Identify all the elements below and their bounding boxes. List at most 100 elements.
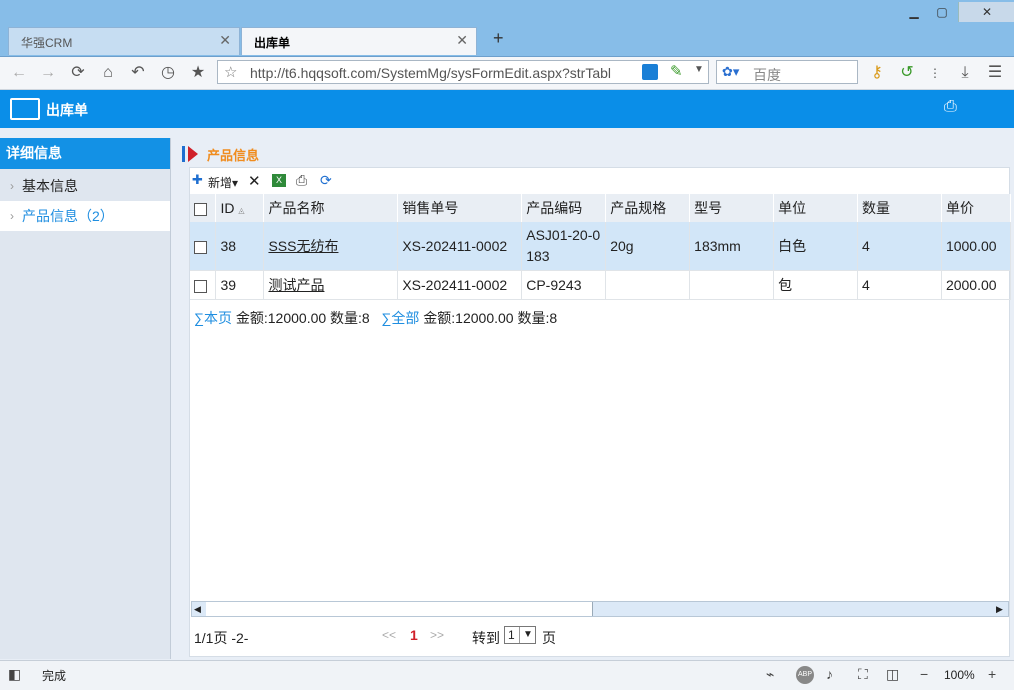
status-bar: ◧ 完成 ⌁ ABP ♪ ⛶ ◫ − 100% + (0, 660, 1014, 690)
compat-mode-icon[interactable] (642, 64, 658, 80)
row-checkbox[interactable] (194, 279, 207, 293)
product-link[interactable]: 测试产品 (268, 277, 324, 293)
refresh-icon[interactable]: ⟳ (67, 62, 89, 84)
column-header-quantity[interactable]: 数量 (857, 194, 942, 222)
column-header-unit-price[interactable]: 单价 (941, 194, 1012, 222)
select-all-cell (190, 194, 217, 222)
table-header-row: ID ◬ 产品名称 销售单号 产品编码 产品规格 型号 单位 数量 单价 (190, 194, 1012, 222)
bookmark-star-icon[interactable]: ☆ (224, 63, 237, 81)
app-header: 出库单 ⎙ (0, 90, 1014, 128)
arrow-right-icon (188, 146, 198, 162)
home-icon[interactable]: ⌂ (97, 62, 119, 84)
tab-crm[interactable]: 华强CRM ✕ (8, 27, 240, 55)
close-icon[interactable]: ✕ (219, 32, 231, 49)
browser-titlebar: ▁ ▢ ✕ 华强CRM ✕ 出库单 ✕ + (0, 0, 1014, 57)
sort-icon: ◬ (238, 206, 245, 215)
cell-quantity: 4 (857, 270, 942, 300)
tab-label: 出库单 (254, 36, 291, 50)
select-all-checkbox[interactable] (194, 202, 207, 216)
column-header-id[interactable]: ID ◬ (215, 194, 265, 222)
history-icon[interactable]: ◷ (157, 62, 179, 84)
key-icon[interactable]: ⚷ (866, 62, 888, 84)
cell-spec (605, 270, 691, 300)
section-marker-icon (182, 146, 185, 162)
zoom-out-icon[interactable]: − (920, 666, 928, 682)
scrollbar-thumb[interactable] (206, 602, 593, 616)
column-header-spec[interactable]: 产品规格 (605, 194, 691, 222)
pager: 1/1页 -2- << 1 >> 转到 1 ▼ 页 (194, 626, 1004, 646)
browser-toolbar: ← → ⟳ ⌂ ↶ ◷ ★ ☆ http://t6.hqqsoft.com/Sy… (0, 57, 1014, 90)
chevron-right-icon: › (10, 179, 14, 193)
tab-outbound-order[interactable]: 出库单 ✕ (241, 27, 477, 55)
column-header-product-code[interactable]: 产品编码 (521, 194, 607, 222)
table-row[interactable]: 38 SSS无纺布 XS-202411-0002 ASJ01-20-0183 2… (190, 222, 1012, 271)
minimize-icon[interactable]: ▁ (900, 2, 928, 22)
translate-icon[interactable]: ↺ (896, 62, 918, 84)
column-header-model[interactable]: 型号 (689, 194, 775, 222)
close-icon[interactable]: ✕ (456, 32, 468, 49)
delete-icon[interactable]: ✕ (248, 172, 261, 190)
cell-product-code: CP-9243 (521, 270, 607, 300)
baidu-icon: ✿▾ (722, 64, 740, 79)
extension-icon[interactable]: ✎ (670, 62, 683, 80)
pager-current-page[interactable]: 1 (410, 627, 418, 643)
cell-quantity: 4 (857, 222, 942, 271)
adblock-icon[interactable]: ABP (796, 666, 814, 684)
scroll-left-icon[interactable]: ◀ (194, 602, 201, 616)
maximize-icon[interactable]: ▢ (928, 2, 956, 22)
horizontal-scrollbar[interactable]: ◀ ▶ (191, 601, 1009, 617)
print-icon[interactable]: ⎙ (296, 172, 307, 189)
forward-icon[interactable]: → (37, 62, 59, 84)
pager-prev[interactable]: << (382, 628, 396, 642)
refresh-icon[interactable]: ⟳ (320, 172, 332, 189)
all-summary-text: 金额:12000.00 数量:8 (423, 310, 558, 326)
performance-icon[interactable]: ⌁ (766, 666, 774, 683)
cell-unit: 白色 (773, 222, 859, 271)
new-tab-button[interactable]: + (493, 28, 504, 49)
more-tools-icon[interactable]: ⋮ (924, 62, 946, 84)
all-summary-label[interactable]: ∑全部 (381, 310, 419, 326)
sidebar: 详细信息 › 基本信息 › 产品信息（2） (0, 138, 171, 659)
column-header-product-name[interactable]: 产品名称 (263, 194, 399, 222)
product-link[interactable]: SSS无纺布 (268, 238, 338, 254)
star-icon[interactable]: ★ (187, 62, 209, 84)
sidebar-toggle-icon[interactable]: ◧ (8, 666, 21, 683)
undo-icon[interactable]: ↶ (127, 62, 149, 84)
dropdown-icon[interactable]: ▼ (694, 64, 704, 75)
volume-icon[interactable]: ♪ (826, 666, 833, 682)
chevron-right-icon: › (10, 209, 14, 223)
split-view-icon[interactable]: ◫ (886, 666, 899, 683)
close-window-icon[interactable]: ✕ (958, 2, 1014, 22)
search-box[interactable]: ✿▾ 百度 (716, 60, 858, 84)
fullscreen-icon[interactable]: ⛶ (858, 666, 868, 683)
table-row[interactable]: 39 测试产品 XS-202411-0002 CP-9243 包 4 2000.… (190, 270, 1012, 300)
page-summary-label[interactable]: ∑本页 (194, 310, 232, 326)
sidebar-item-product-info[interactable]: › 产品信息（2） (0, 201, 170, 231)
zoom-level[interactable]: 100% (944, 668, 975, 682)
pager-next[interactable]: >> (430, 628, 444, 642)
column-header-unit[interactable]: 单位 (773, 194, 859, 222)
zoom-in-icon[interactable]: + (988, 666, 996, 682)
download-icon[interactable]: ⤓ (954, 62, 976, 84)
row-checkbox[interactable] (194, 240, 207, 254)
window-app-icon (10, 98, 40, 120)
url-text: http://t6.hqqsoft.com/SystemMg/sysFormEd… (250, 65, 612, 81)
cell-spec: 20g (605, 222, 691, 271)
back-icon[interactable]: ← (8, 62, 30, 84)
address-bar[interactable]: ☆ http://t6.hqqsoft.com/SystemMg/sysForm… (217, 60, 709, 84)
product-code-text: ASJ01-20-0183 (526, 227, 601, 264)
column-label: ID (220, 200, 235, 216)
tab-label: 华强CRM (21, 36, 73, 50)
column-header-sales-order[interactable]: 销售单号 (397, 194, 523, 222)
new-button[interactable]: 新增▾ (208, 174, 238, 191)
menu-icon[interactable]: ☰ (984, 62, 1006, 84)
product-table: ID ◬ 产品名称 销售单号 产品编码 产品规格 型号 单位 数量 单价 38 … (190, 194, 1012, 300)
scroll-right-icon[interactable]: ▶ (996, 602, 1003, 616)
sidebar-item-basic-info[interactable]: › 基本信息 (0, 171, 170, 201)
add-icon: ✚ (192, 172, 203, 187)
cell-unit-price: 1000.00 (941, 222, 1012, 271)
print-icon[interactable]: ⎙ (944, 98, 957, 116)
excel-icon[interactable]: X (272, 174, 286, 187)
goto-page-select[interactable]: 1 ▼ (504, 626, 536, 644)
row-select-cell (190, 222, 217, 271)
